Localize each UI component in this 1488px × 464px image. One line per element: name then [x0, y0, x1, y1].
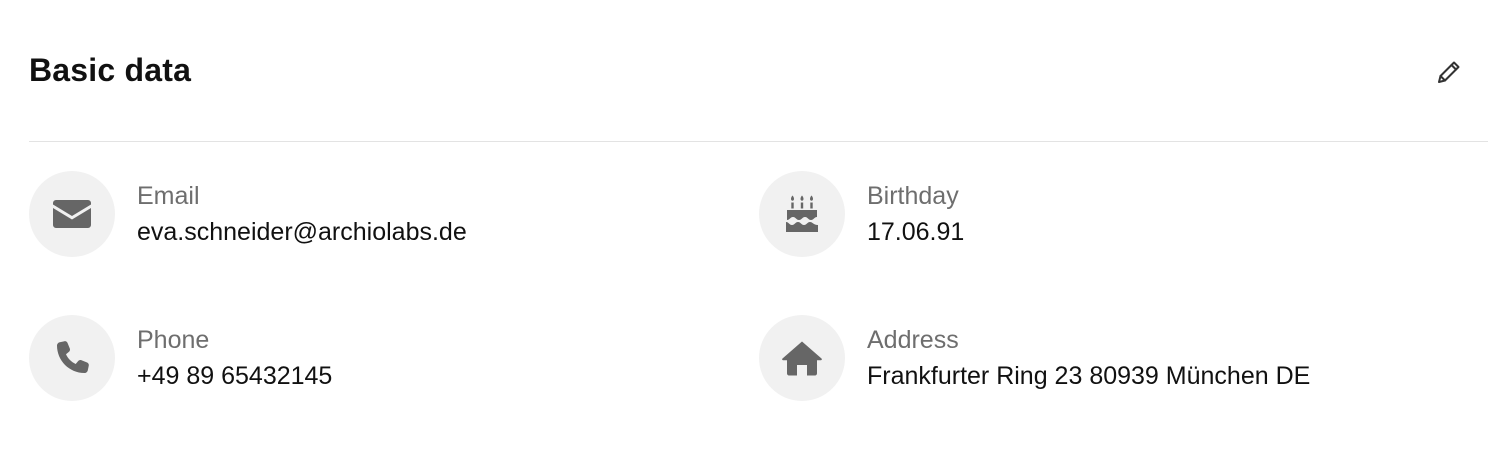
email-label: Email: [137, 182, 200, 210]
card-header: Basic data: [29, 46, 1488, 100]
address-field: Address Frankfurter Ring 23 80939 Münche…: [759, 315, 1459, 403]
email-value: eva.schneider@archiolabs.de: [137, 218, 467, 246]
card-title: Basic data: [29, 52, 192, 88]
phone-field: Phone +49 89 65432145: [29, 315, 729, 403]
birthday-label: Birthday: [867, 182, 959, 210]
header-divider: [29, 141, 1488, 142]
edit-button[interactable]: [1431, 54, 1467, 90]
phone-icon-circle: [29, 315, 115, 401]
envelope-icon: [53, 200, 91, 228]
birthday-field: Birthday 17.06.91: [759, 171, 1459, 259]
birthday-icon-circle: [759, 171, 845, 257]
address-label: Address: [867, 326, 959, 354]
email-field: Email eva.schneider@archiolabs.de: [29, 171, 729, 259]
email-icon-circle: [29, 171, 115, 257]
birthday-value: 17.06.91: [867, 218, 965, 246]
address-icon-circle: [759, 315, 845, 401]
phone-value: +49 89 65432145: [137, 362, 333, 390]
phone-label: Phone: [137, 326, 210, 354]
address-value: Frankfurter Ring 23 80939 München DE: [867, 362, 1311, 390]
pencil-icon: [1438, 61, 1460, 83]
basic-data-card: Basic data Email eva.schneider@archiolab…: [0, 0, 1488, 464]
home-icon: [782, 341, 822, 376]
birthday-cake-icon: [786, 195, 818, 232]
phone-icon: [57, 341, 89, 373]
